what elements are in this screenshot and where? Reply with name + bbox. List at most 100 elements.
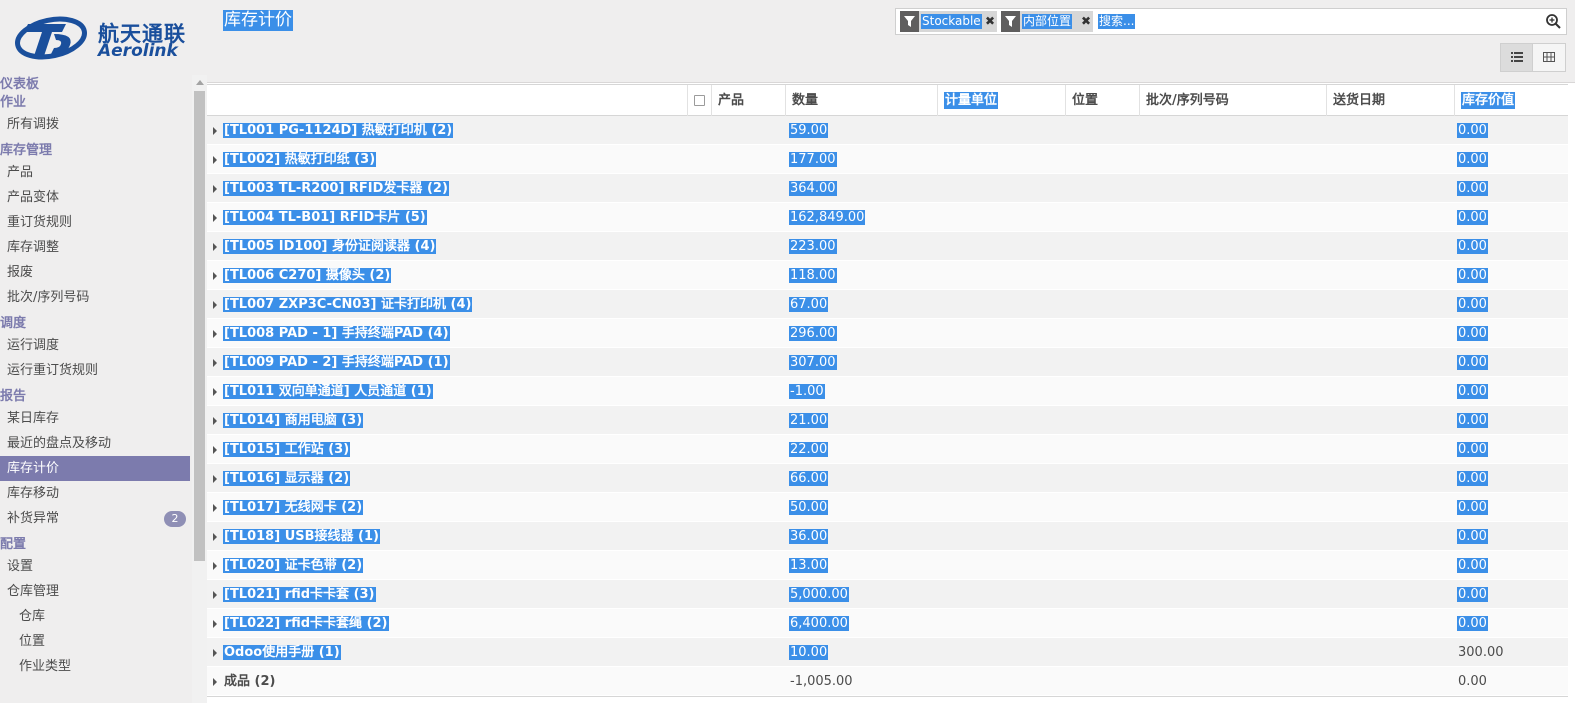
column-header-uom[interactable]: 计量单位: [937, 85, 1065, 116]
expand-caret-icon[interactable]: [213, 417, 217, 425]
table-row[interactable]: [TL018] USB接线器 (1) 36.00 0.00: [207, 522, 1568, 551]
group-name: [TL009 PAD - 2] 手持终端PAD (1): [223, 355, 450, 370]
facet-label: 内部位置: [1022, 14, 1073, 29]
table-row[interactable]: [TL003 TL-R200] RFID发卡器 (2) 364.00 0.00: [207, 174, 1568, 203]
menu-item-procurement-exceptions-label: 补货异常: [7, 511, 60, 526]
menu-item-inventory-at-date[interactable]: 某日库存: [0, 406, 192, 431]
column-header-location[interactable]: 位置: [1065, 85, 1139, 116]
expand-caret-icon[interactable]: [213, 359, 217, 367]
table-row[interactable]: [TL020] 证卡色带 (2) 13.00 0.00: [207, 551, 1568, 580]
search-input[interactable]: 搜索...: [1098, 14, 1136, 29]
table-row[interactable]: [TL007 ZXP3C-CN03] 证卡打印机 (4) 67.00 0.00: [207, 290, 1568, 319]
column-header-lot-serial[interactable]: 批次/序列号码: [1139, 85, 1326, 116]
select-all-checkbox[interactable]: [687, 85, 711, 116]
menu-item-inventory-adjustments[interactable]: 库存调整: [0, 235, 192, 260]
expand-caret-icon[interactable]: [213, 214, 217, 222]
expand-caret-icon[interactable]: [213, 156, 217, 164]
column-header-delivery-date[interactable]: 送货日期: [1326, 85, 1454, 116]
menu-header-dashboard[interactable]: 仪表板: [0, 76, 192, 94]
expand-caret-icon[interactable]: [213, 591, 217, 599]
menu-item-stock-valuation[interactable]: 库存计价: [0, 456, 190, 481]
group-name: [TL004 TL-B01] RFID卡片 (5): [223, 210, 427, 225]
search-bar[interactable]: Stockable ✖ 内部位置 ✖ 搜索...: [895, 8, 1567, 35]
menu-item-product-variants[interactable]: 产品变体: [0, 185, 192, 210]
menu-item-all-transfers[interactable]: 所有调拨: [0, 112, 192, 137]
expand-caret-icon[interactable]: [213, 649, 217, 657]
table-row[interactable]: [TL006 C270] 摄像头 (2) 118.00 0.00: [207, 261, 1568, 290]
expand-caret-icon[interactable]: [213, 388, 217, 396]
table-row[interactable]: [TL005 ID100] 身份证阅读器 (4) 223.00 0.00: [207, 232, 1568, 261]
group-name: [TL016] 显示器 (2): [223, 471, 351, 486]
menu-item-products[interactable]: 产品: [0, 160, 192, 185]
brand-logo[interactable]: 航天通联 Aerolink: [10, 8, 190, 64]
menu-item-locations[interactable]: 位置: [0, 629, 192, 654]
expand-caret-icon[interactable]: [213, 243, 217, 251]
column-header-product[interactable]: 产品: [711, 85, 785, 116]
group-name: [TL006 C270] 摄像头 (2): [223, 268, 392, 283]
menu-item-recent-moves[interactable]: 最近的盘点及移动: [0, 431, 192, 456]
expand-caret-icon[interactable]: [213, 446, 217, 454]
quantity-cell: 10.00: [789, 645, 829, 660]
group-name: [TL007 ZXP3C-CN03] 证卡打印机 (4): [223, 297, 473, 312]
expand-caret-icon[interactable]: [213, 678, 217, 686]
search-facet-stockable[interactable]: Stockable ✖: [900, 11, 997, 32]
menu-item-scrap[interactable]: 报废: [0, 260, 192, 285]
list-view-button[interactable]: [1501, 44, 1533, 71]
table-row[interactable]: [TL016] 显示器 (2) 66.00 0.00: [207, 464, 1568, 493]
expand-caret-icon[interactable]: [213, 620, 217, 628]
table-row[interactable]: 成品 (2) -1,005.00 0.00: [207, 667, 1568, 696]
remove-facet-icon[interactable]: ✖: [1081, 14, 1091, 29]
table-row[interactable]: [TL009 PAD - 2] 手持终端PAD (1) 307.00 0.00: [207, 348, 1568, 377]
pivot-view-button[interactable]: [1533, 44, 1565, 71]
table-row[interactable]: [TL021] rfid卡卡套 (3) 5,000.00 0.00: [207, 580, 1568, 609]
stock-value-cell: 0.00: [1457, 268, 1488, 283]
table-row[interactable]: Odoo使用手册 (1) 10.00 300.00: [207, 638, 1568, 667]
table-row[interactable]: [TL011 双向单通道] 人员通道 (1) -1.00 0.00: [207, 377, 1568, 406]
menu-item-warehouses[interactable]: 仓库: [0, 604, 192, 629]
expand-caret-icon[interactable]: [213, 504, 217, 512]
menu-item-run-reordering-rules[interactable]: 运行重订货规则: [0, 358, 192, 383]
brand-name-en: Aerolink: [98, 41, 178, 61]
table-row[interactable]: [TL022] rfid卡卡套绳 (2) 6,400.00 0.00: [207, 609, 1568, 638]
group-name: [TL022] rfid卡卡套绳 (2): [223, 616, 389, 631]
menu-item-procurement-exceptions[interactable]: 补货异常 2: [0, 506, 192, 531]
table-row[interactable]: [TL008 PAD - 1] 手持终端PAD (4) 296.00 0.00: [207, 319, 1568, 348]
table-row[interactable]: [TL002] 热敏打印纸 (3) 177.00 0.00: [207, 145, 1568, 174]
quantity-cell: 13.00: [789, 558, 829, 573]
view-switcher: [1500, 43, 1566, 72]
expand-caret-icon[interactable]: [213, 533, 217, 541]
remove-facet-icon[interactable]: ✖: [985, 14, 995, 29]
menu-item-run-scheduler[interactable]: 运行调度: [0, 333, 192, 358]
table-row[interactable]: [TL017] 无线网卡 (2) 50.00 0.00: [207, 493, 1568, 522]
quantity-cell: 66.00: [789, 471, 829, 486]
menu-item-reordering-rules[interactable]: 重订货规则: [0, 210, 192, 235]
menu-item-operation-types[interactable]: 作业类型: [0, 654, 192, 679]
expand-caret-icon[interactable]: [213, 562, 217, 570]
column-header-quantity[interactable]: 数量: [785, 85, 937, 116]
search-icon[interactable]: [1545, 13, 1562, 30]
menu-item-stock-moves[interactable]: 库存移动: [0, 481, 192, 506]
scroll-up-arrow-icon[interactable]: [196, 80, 204, 85]
expand-caret-icon[interactable]: [213, 127, 217, 135]
group-name: [TL005 ID100] 身份证阅读器 (4): [223, 239, 437, 254]
expand-caret-icon[interactable]: [213, 330, 217, 338]
expand-caret-icon[interactable]: [213, 272, 217, 280]
quantity-cell: 22.00: [789, 442, 829, 457]
menu-item-warehouse-management[interactable]: 仓库管理: [0, 579, 192, 604]
menu-item-settings[interactable]: 设置: [0, 554, 192, 579]
table-row[interactable]: [TL014] 商用电脑 (3) 21.00 0.00: [207, 406, 1568, 435]
group-name: [TL011 双向单通道] 人员通道 (1): [223, 384, 433, 399]
search-facet-internal-location[interactable]: 内部位置 ✖: [1001, 11, 1093, 32]
expand-caret-icon[interactable]: [213, 475, 217, 483]
sidebar-menu: 仪表板 作业 所有调拨 库存管理 产品 产品变体 重订货规则 库存调整 报废 批…: [0, 73, 192, 679]
table-row[interactable]: [TL015] 工作站 (3) 22.00 0.00: [207, 435, 1568, 464]
scrollbar-thumb[interactable]: [194, 91, 205, 561]
quantity-cell: 36.00: [789, 529, 829, 544]
expand-caret-icon[interactable]: [213, 185, 217, 193]
table-row[interactable]: [TL001 PG-1124D] 热敏打印机 (2) 59.00 0.00: [207, 116, 1568, 145]
table-row[interactable]: [TL004 TL-B01] RFID卡片 (5) 162,849.00 0.00: [207, 203, 1568, 232]
menu-item-lots-serial-numbers[interactable]: 批次/序列号码: [0, 285, 192, 310]
column-header-stock-value[interactable]: 库存价值: [1454, 85, 1568, 116]
expand-caret-icon[interactable]: [213, 301, 217, 309]
sidebar-scrollbar[interactable]: [192, 75, 207, 703]
